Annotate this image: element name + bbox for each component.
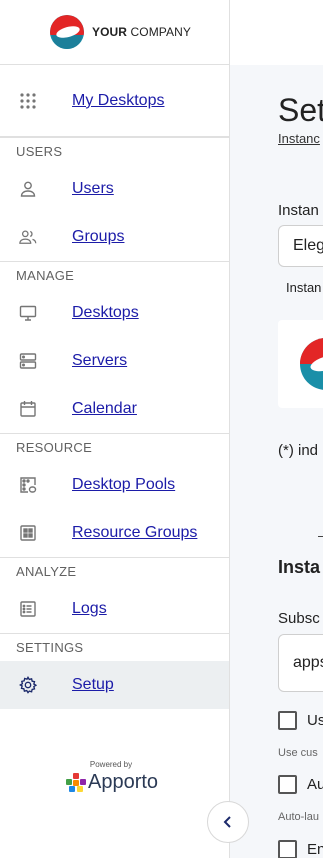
sidebar-item-label[interactable]: Setup: [72, 676, 114, 694]
sidebar-item-setup[interactable]: Setup: [0, 661, 229, 709]
section-header-analyze: ANALYZE: [0, 557, 229, 585]
section-header-manage: MANAGE: [0, 261, 229, 289]
checkbox[interactable]: [278, 711, 297, 730]
calendar-icon: [20, 401, 36, 417]
checkbox-row-2[interactable]: Au: [278, 775, 323, 794]
breadcrumb[interactable]: Instanc: [278, 131, 320, 146]
sidebar-item-logs[interactable]: Logs: [0, 585, 229, 633]
checkbox[interactable]: [278, 840, 297, 858]
desktop-pools-icon: [20, 477, 37, 493]
section-header-users: USERS: [0, 137, 229, 165]
chevron-left-icon: [223, 816, 231, 828]
sidebar-item-my-desktops[interactable]: My Desktops: [0, 65, 229, 137]
sidebar-item-resource-groups[interactable]: Resource Groups: [0, 509, 229, 557]
checkbox-label: Us: [307, 712, 323, 729]
instance-name-input[interactable]: Eleg: [278, 225, 323, 267]
sidebar-item-groups[interactable]: Groups: [0, 213, 229, 261]
resource-groups-icon: [20, 525, 36, 541]
apporto-logo-icon: [66, 772, 86, 793]
section-header-resource: RESOURCE: [0, 433, 229, 461]
sidebar-item-desktop-pools[interactable]: Desktop Pools: [0, 461, 229, 509]
sidebar-item-desktops[interactable]: Desktops: [0, 289, 229, 337]
checkbox-label: Au: [307, 776, 323, 793]
person-icon: [20, 181, 36, 197]
sidebar-item-servers[interactable]: Servers: [0, 337, 229, 385]
checkbox-row-1[interactable]: Us: [278, 711, 323, 730]
sidebar-item-label[interactable]: Users: [72, 180, 114, 198]
page-title: Set: [278, 92, 323, 128]
sidebar-item-label[interactable]: Desktop Pools: [72, 476, 175, 494]
apps-grid-icon: [20, 92, 36, 109]
sidebar-item-label[interactable]: Servers: [72, 352, 127, 370]
sidebar: YOUR COMPANY My Desktops USERS Users Gro…: [0, 0, 230, 858]
sidebar-item-label[interactable]: Desktops: [72, 304, 139, 322]
list-icon: [20, 601, 36, 617]
logo-preview-icon: [300, 338, 323, 390]
subscription-input[interactable]: apps: [278, 634, 323, 692]
checkbox-hint: Auto-lau: [278, 811, 319, 823]
sidebar-item-calendar[interactable]: Calendar: [0, 385, 229, 433]
checkbox-row-3[interactable]: En: [278, 840, 323, 858]
gear-icon: [19, 676, 37, 694]
sidebar-item-users[interactable]: Users: [0, 165, 229, 213]
server-icon: [19, 353, 37, 369]
powered-by-apporto: Powered by Apporto: [66, 760, 166, 794]
required-indicator-note: (*) ind: [278, 442, 319, 459]
collapse-sidebar-button[interactable]: [207, 801, 249, 843]
company-name: YOUR COMPANY: [92, 25, 191, 39]
people-icon: [19, 230, 37, 244]
instance-subtext: Instan: [286, 280, 322, 295]
sidebar-item-label[interactable]: Groups: [72, 228, 124, 246]
sidebar-item-label[interactable]: Logs: [72, 600, 107, 618]
company-logo[interactable]: YOUR COMPANY: [0, 0, 229, 65]
instance-section-title: Insta: [278, 557, 321, 577]
logo-preview[interactable]: [278, 320, 323, 408]
sidebar-item-label[interactable]: My Desktops: [72, 92, 164, 110]
instance-name-label: Instan: [278, 202, 319, 219]
powered-by-text: Powered by: [89, 760, 133, 769]
checkbox[interactable]: [278, 775, 297, 794]
divider: [318, 536, 323, 537]
subscription-label: Subsc: [278, 610, 320, 627]
sidebar-item-label[interactable]: Calendar: [72, 400, 137, 418]
monitor-icon: [19, 305, 37, 321]
section-header-settings: SETTINGS: [0, 633, 229, 661]
sidebar-item-label[interactable]: Resource Groups: [72, 524, 197, 542]
checkbox-hint: Use cus: [278, 747, 318, 759]
company-logo-icon: [50, 15, 84, 49]
apporto-brand-name: Apporto: [88, 771, 159, 793]
checkbox-label: En: [307, 841, 323, 858]
main-content: Set Instanc Instan Eleg Instan (*) ind I…: [230, 0, 323, 858]
